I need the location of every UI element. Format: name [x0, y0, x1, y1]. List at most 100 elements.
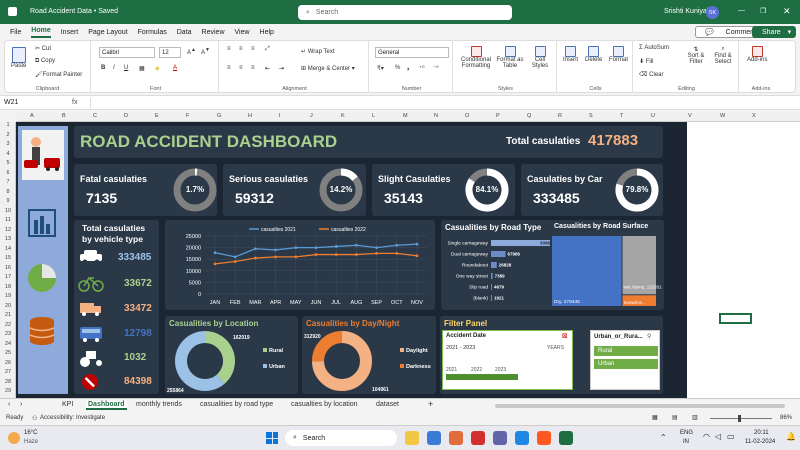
- row-header[interactable]: 18: [0, 284, 16, 290]
- row-header[interactable]: 26: [0, 360, 16, 366]
- addins-button[interactable]: Add-ins: [747, 46, 767, 63]
- format-as-table-button[interactable]: Format as Table: [495, 46, 525, 69]
- row-header[interactable]: 1: [0, 122, 16, 128]
- search-box[interactable]: ⌕ Search: [298, 5, 512, 20]
- align-middle-icon[interactable]: ≡: [239, 46, 243, 52]
- row-header[interactable]: 11: [0, 217, 16, 223]
- row-header[interactable]: 21: [0, 312, 16, 318]
- monthly-trend-chart[interactable]: 25000 20000 15000 10000 5000 0 JAN FEB MAR APR MAY…: [165, 220, 435, 310]
- sheet-tab-dataset[interactable]: dataset: [376, 401, 399, 408]
- row-header[interactable]: 7: [0, 179, 16, 185]
- copy-button[interactable]: ⧉ Copy: [35, 58, 55, 65]
- border-icon[interactable]: ▦: [139, 65, 145, 72]
- column-header[interactable]: D: [124, 113, 128, 119]
- row-header[interactable]: 27: [0, 369, 16, 375]
- row-header[interactable]: 4: [0, 151, 16, 157]
- fill-color-icon[interactable]: ◈: [155, 65, 160, 72]
- column-header[interactable]: M: [403, 113, 408, 119]
- accessibility-status[interactable]: Accessibility: Investigate: [40, 415, 105, 421]
- windows-start-icon[interactable]: [266, 432, 278, 444]
- row-header[interactable]: 14: [0, 246, 16, 252]
- column-header[interactable]: B: [62, 113, 66, 119]
- autosum-button[interactable]: Σ AutoSum: [639, 45, 669, 51]
- conditional-formatting-button[interactable]: Conditional Formatting: [459, 46, 493, 69]
- bold-button[interactable]: B: [101, 65, 105, 71]
- indent-decrease-icon[interactable]: ⇤: [265, 65, 270, 72]
- row-header[interactable]: 25: [0, 350, 16, 356]
- location-chart[interactable]: Casualities by Location 162019 255864 Rura…: [165, 316, 298, 394]
- pdf-icon[interactable]: [471, 431, 485, 445]
- menu-help[interactable]: Help: [260, 29, 274, 36]
- prev-sheet-icon[interactable]: ‹: [8, 401, 10, 408]
- zoom-slider[interactable]: [710, 418, 772, 419]
- row-header[interactable]: 15: [0, 255, 16, 261]
- column-header[interactable]: F: [186, 113, 189, 119]
- selected-cell[interactable]: [719, 313, 752, 324]
- menu-page-layout[interactable]: Page Layout: [88, 29, 127, 36]
- increase-font-icon[interactable]: A▲: [187, 47, 196, 56]
- page-break-icon[interactable]: ▥: [692, 414, 698, 421]
- menu-formulas[interactable]: Formulas: [138, 29, 167, 36]
- wrap-text-button[interactable]: ↵ Wrap Text: [301, 48, 335, 55]
- slicer-item-rural[interactable]: Rural: [594, 346, 658, 356]
- sheet-tab-kpi[interactable]: KPI: [62, 401, 73, 408]
- insert-cells-button[interactable]: Insert: [563, 46, 578, 63]
- row-header[interactable]: 20: [0, 303, 16, 309]
- column-header[interactable]: S: [589, 113, 593, 119]
- menu-review[interactable]: Review: [202, 29, 225, 36]
- delete-cells-button[interactable]: Delete: [585, 46, 602, 63]
- battery-icon[interactable]: ▭: [727, 432, 735, 441]
- merge-center-button[interactable]: ⊞ Merge & Center ▾: [301, 65, 355, 72]
- page-layout-icon[interactable]: ▤: [672, 414, 678, 421]
- percent-icon[interactable]: %: [395, 65, 400, 71]
- normal-view-icon[interactable]: ▦: [652, 414, 658, 421]
- formula-input[interactable]: [90, 98, 790, 109]
- row-header[interactable]: 28: [0, 379, 16, 385]
- font-name-select[interactable]: Calibri: [99, 47, 155, 58]
- accident-date-timeline[interactable]: Accident Date ⊠ 2021 - 2023 YEARS 2021 2…: [442, 330, 573, 390]
- column-header[interactable]: R: [558, 113, 562, 119]
- filter-icon[interactable]: ⚲: [647, 333, 651, 340]
- row-header[interactable]: 17: [0, 274, 16, 280]
- sheet-tab-monthly-trends[interactable]: monthly trends: [136, 401, 182, 408]
- horizontal-scrollbar[interactable]: [495, 404, 785, 408]
- slicer-item-urban[interactable]: Urban: [594, 359, 658, 369]
- column-header[interactable]: U: [651, 113, 655, 119]
- sheet-tab-location[interactable]: casualties by location: [291, 401, 358, 408]
- menu-home[interactable]: Home: [31, 27, 51, 38]
- mail-icon[interactable]: [515, 431, 529, 445]
- timeline-period-select[interactable]: YEARS: [547, 345, 564, 351]
- column-header[interactable]: X: [752, 113, 756, 119]
- row-header[interactable]: 9: [0, 198, 16, 204]
- pie-chart-icon[interactable]: [25, 261, 59, 295]
- column-header[interactable]: O: [465, 113, 469, 119]
- sheet-tab-dashboard[interactable]: Dashboard: [86, 401, 127, 410]
- road-surface-chart[interactable]: Casualities by Road Surface Dry, 279445 w…: [550, 220, 664, 310]
- cell-styles-button[interactable]: Cell Styles: [527, 46, 553, 69]
- column-header[interactable]: W: [720, 113, 725, 119]
- menu-file[interactable]: File: [10, 29, 21, 36]
- excel-taskbar-icon[interactable]: [559, 431, 573, 445]
- format-cells-button[interactable]: Format: [609, 46, 628, 63]
- add-sheet-icon[interactable]: +: [428, 399, 433, 409]
- row-header[interactable]: 23: [0, 331, 16, 337]
- road-type-chart[interactable]: Casualities by Road Type Single carriage…: [441, 220, 565, 310]
- avatar[interactable]: SK: [706, 6, 719, 19]
- store-icon[interactable]: [449, 431, 463, 445]
- row-header[interactable]: 24: [0, 341, 16, 347]
- column-header[interactable]: C: [93, 113, 97, 119]
- align-left-icon[interactable]: ≡: [227, 65, 231, 71]
- menu-insert[interactable]: Insert: [61, 29, 79, 36]
- name-box[interactable]: W21: [4, 99, 64, 106]
- font-size-select[interactable]: 12: [159, 47, 181, 58]
- row-header[interactable]: 22: [0, 322, 16, 328]
- font-color-icon[interactable]: A: [173, 65, 177, 71]
- sheet-tab-road-type[interactable]: casualities by road type: [200, 401, 273, 408]
- currency-icon[interactable]: ₹▾: [377, 65, 384, 72]
- file-explorer-icon[interactable]: [405, 431, 419, 445]
- brave-icon[interactable]: [537, 431, 551, 445]
- daynight-chart[interactable]: Casualities by Day/Night 312920 104961 Day…: [302, 316, 436, 394]
- notification-icon[interactable]: 🔔: [786, 432, 796, 441]
- format-painter-button[interactable]: 🖌Format Painter: [35, 71, 82, 78]
- column-header[interactable]: H: [248, 113, 252, 119]
